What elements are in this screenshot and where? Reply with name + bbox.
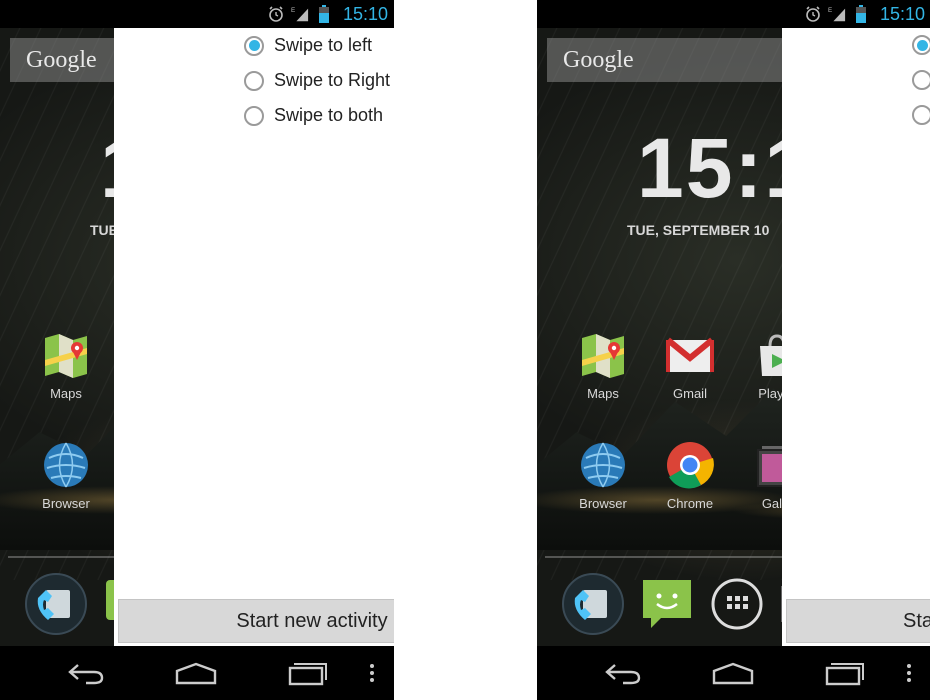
radio-swipe-left[interactable]: [912, 35, 930, 55]
back-button[interactable]: [601, 656, 645, 690]
recents-button[interactable]: [821, 656, 865, 690]
activity-overlay-sliding: Sta: [782, 28, 930, 646]
signal-icon: E: [828, 5, 846, 23]
alarm-icon: [804, 5, 822, 23]
radio-swipe-both[interactable]: [912, 105, 930, 125]
status-time: 15:10: [342, 3, 388, 24]
svg-text:E: E: [828, 7, 832, 14]
home-icon: [712, 662, 754, 685]
chrome-icon: [665, 440, 715, 490]
radio-swipe-right[interactable]: [912, 70, 930, 90]
back-icon: [605, 664, 641, 685]
gmail-icon: [665, 330, 715, 380]
radio-swipe-right[interactable]: Swipe to Right: [244, 70, 390, 91]
app-maps[interactable]: Maps: [563, 330, 643, 401]
app-label: Maps: [50, 386, 82, 401]
menu-icon: [370, 664, 374, 682]
dock-messaging[interactable]: [637, 572, 701, 636]
status-time: 15:10: [879, 3, 925, 24]
radio-label: Swipe to Right: [274, 70, 391, 90]
activity-overlay: Swipe to left Swipe to Right Swipe to bo…: [114, 28, 394, 646]
phone-icon: [25, 573, 87, 635]
app-label: Chrome: [666, 496, 714, 511]
radio-button[interactable]: [912, 70, 930, 90]
google-search-label: Google: [26, 46, 97, 73]
back-button[interactable]: [64, 656, 108, 690]
dock-phone[interactable]: [24, 572, 88, 636]
radio-button[interactable]: [912, 105, 930, 125]
radio-label: Swipe to left: [274, 35, 373, 55]
radio-button[interactable]: [244, 35, 264, 56]
radio-button[interactable]: [244, 105, 264, 126]
status-bar: E 15:10: [537, 0, 930, 28]
home-button[interactable]: [711, 656, 755, 690]
menu-button[interactable]: [887, 656, 930, 690]
menu-icon: [907, 664, 911, 682]
phone-icon: [562, 573, 624, 635]
radio-button[interactable]: [244, 70, 264, 91]
back-icon: [68, 664, 104, 685]
battery-icon: [315, 5, 333, 23]
signal-icon: E: [291, 5, 309, 23]
maps-icon: [41, 330, 91, 380]
navigation-bar: [537, 646, 930, 700]
alarm-icon: [267, 5, 285, 23]
app-browser[interactable]: Browser: [26, 440, 106, 511]
recents-icon: [825, 663, 864, 686]
app-chrome[interactable]: Chrome: [650, 440, 730, 511]
date-text: TUE, SEPTEMBER 10: [627, 222, 770, 239]
date-widget: TUE, SEPTEMBER 10: [627, 222, 797, 241]
dock-app-drawer[interactable]: [705, 572, 769, 636]
messaging-icon: [643, 580, 691, 628]
radio-label: Swipe to both: [274, 105, 384, 125]
radio-swipe-left[interactable]: Swipe to left: [244, 35, 372, 56]
recents-icon: [288, 663, 327, 686]
globe-icon: [41, 440, 91, 490]
radio-button[interactable]: [912, 35, 930, 55]
globe-icon: [578, 440, 628, 490]
app-drawer-icon: [711, 578, 763, 630]
app-label: Maps: [587, 386, 619, 401]
app-maps[interactable]: Maps: [26, 330, 106, 401]
svg-text:E: E: [291, 7, 295, 14]
recents-button[interactable]: [284, 656, 328, 690]
home-icon: [175, 662, 217, 685]
google-search-label: Google: [563, 46, 634, 73]
phone-screen-left: E 15:10 Google 1 TUE Maps Browser: [0, 0, 394, 700]
radio-swipe-both[interactable]: Swipe to both: [244, 105, 383, 126]
app-label: Gmail: [673, 386, 707, 401]
app-gmail[interactable]: Gmail: [650, 330, 730, 401]
menu-button[interactable]: [350, 656, 394, 690]
messaging-icon: [106, 580, 114, 620]
navigation-bar: [0, 646, 394, 700]
dock-messaging[interactable]: [102, 572, 114, 636]
maps-icon: [578, 330, 628, 380]
app-browser[interactable]: Browser: [563, 440, 643, 511]
app-label: Browser: [579, 496, 627, 511]
battery-icon: [852, 5, 870, 23]
start-new-activity-button[interactable]: Sta: [786, 599, 930, 643]
start-new-activity-button[interactable]: Start new activity: [118, 599, 394, 643]
app-label: Browser: [42, 496, 90, 511]
status-bar: E 15:10: [0, 0, 394, 28]
dock-phone[interactable]: [561, 572, 625, 636]
home-button[interactable]: [174, 656, 218, 690]
